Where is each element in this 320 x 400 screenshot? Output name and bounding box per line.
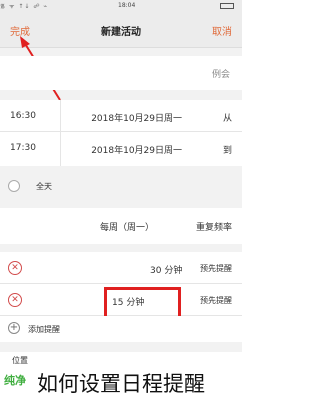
remove-icon[interactable]: ✕ [8, 261, 22, 275]
reminder-label: 预先提醒 [200, 264, 232, 273]
divider [60, 100, 61, 131]
watermark: 纯净 [4, 374, 26, 387]
battery-icon [220, 3, 234, 9]
end-date: 2018年10月29日周一 [91, 146, 182, 156]
add-reminder-row[interactable]: + 添加提醒 [0, 316, 242, 342]
status-icons: ᯾ ᯤ ↑↓ ☍ ⌁ [0, 3, 48, 10]
repeat-label: 重复频率 [195, 223, 232, 233]
cancel-button[interactable]: 取消 [212, 23, 232, 38]
page-title: 新建活动 [101, 27, 141, 38]
start-time-row[interactable]: 16:30 2018年10月29日周一 从 [0, 100, 242, 132]
reminder-label: 预先提醒 [200, 296, 232, 305]
add-reminder-label: 添加提醒 [28, 325, 60, 334]
title-field[interactable]: 例会 [0, 56, 242, 90]
repeat-row[interactable]: 每周（周一） 重复频率 [0, 208, 242, 244]
repeat-value: 每周（周一） [100, 223, 155, 233]
remove-icon[interactable]: ✕ [8, 293, 22, 307]
status-bar: ᯾ ᯤ ↑↓ ☍ ⌁ 18:04 [0, 0, 242, 12]
end-time-row[interactable]: 17:30 2018年10月29日周一 到 [0, 132, 242, 166]
title-text: 例会 [211, 70, 230, 80]
caption: 如何设置日程提醒 [0, 368, 242, 400]
reminder-row[interactable]: ✕ 30 分钟 预先提醒 [0, 252, 242, 284]
start-time: 16:30 [10, 111, 36, 121]
start-date: 2018年10月29日周一 [91, 114, 182, 124]
end-time: 17:30 [10, 143, 36, 153]
reminder-value: 30 分钟 [150, 266, 183, 276]
plus-icon: + [8, 322, 20, 334]
allday-label: 全天 [36, 182, 52, 191]
allday-toggle[interactable] [8, 180, 20, 192]
location-label: 位置 [12, 356, 28, 365]
allday-row[interactable]: 全天 [0, 176, 242, 198]
divider [60, 132, 61, 166]
top-nav: 完成 新建活动 取消 [0, 12, 242, 48]
screenshot: ᯾ ᯤ ↑↓ ☍ ⌁ 18:04 完成 新建活动 取消 例会 16:30 201… [0, 0, 242, 370]
status-time: 18:04 [118, 2, 136, 9]
end-label: 到 [222, 146, 232, 156]
start-label: 从 [222, 114, 232, 124]
